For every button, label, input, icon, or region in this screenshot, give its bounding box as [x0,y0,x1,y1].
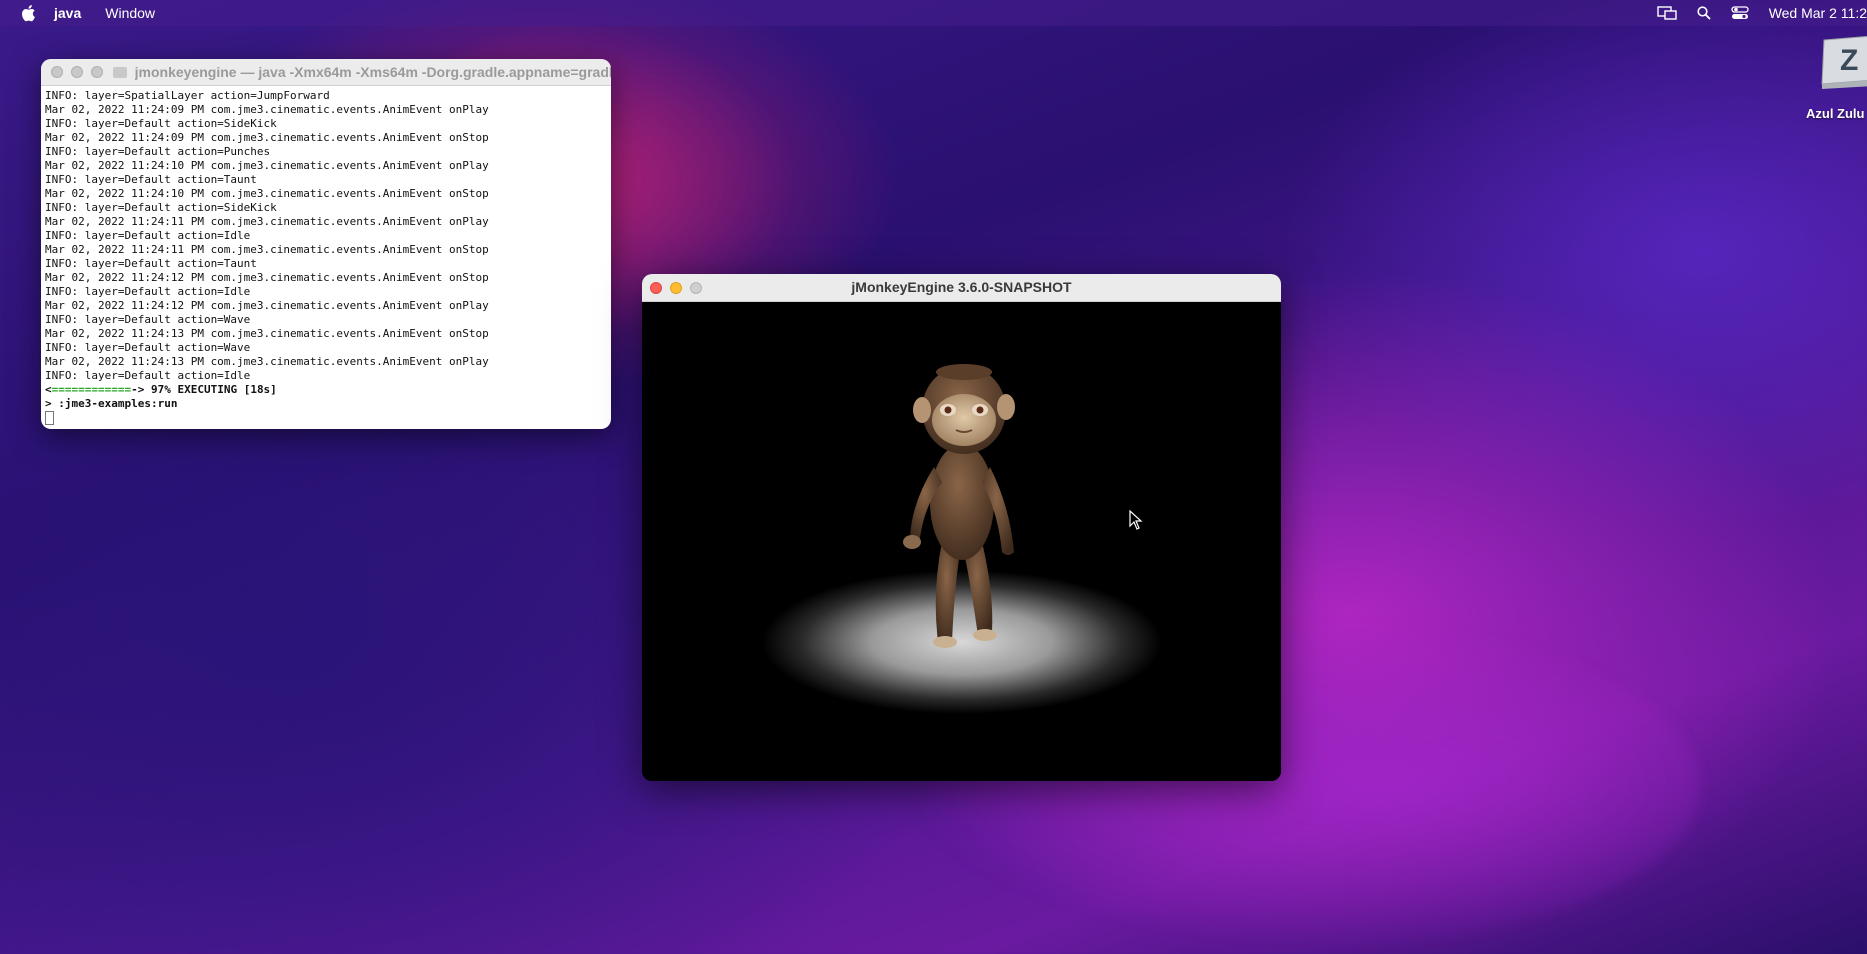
terminal-line: INFO: layer=SpatialLayer action=JumpForw… [45,89,330,102]
progress-bar: ============ [51,383,132,396]
terminal-prompt[interactable] [45,411,607,425]
terminal-line: INFO: layer=Default action=Taunt [45,173,257,186]
search-icon[interactable] [1697,6,1711,20]
mouse-pointer-icon [1129,510,1143,530]
zoom-button[interactable] [90,66,103,78]
terminal-line: INFO: layer=Default action=Wave [45,341,251,354]
terminal-line: Mar 02, 2022 11:24:12 PM com.jme3.cinema… [45,271,489,284]
gradle-progress-line: <============-> 97% EXECUTING [18s] [45,383,607,397]
spotlight [762,570,1162,714]
terminal-line: Mar 02, 2022 11:24:13 PM com.jme3.cinema… [45,327,489,340]
terminal-line: INFO: layer=Default action=Idle [45,369,251,382]
terminal-line: Mar 02, 2022 11:24:10 PM com.jme3.cinema… [45,159,489,172]
minimize-button[interactable] [70,66,83,78]
terminal-line: INFO: layer=Default action=SideKick [45,117,277,130]
display-mirroring-icon[interactable] [1656,6,1677,20]
terminal-line: Mar 02, 2022 11:24:10 PM com.jme3.cinema… [45,187,489,200]
azul-zulu-disk-icon[interactable]: Z [1818,34,1867,90]
menu-bar: java Window Wed Mar 2 11:2 [0,0,1867,26]
jme-title-bar[interactable]: jMonkeyEngine 3.6.0-SNAPSHOT [642,274,1281,302]
terminal-line: Mar 02, 2022 11:24:11 PM com.jme3.cinema… [45,243,489,256]
terminal-line: Mar 02, 2022 11:24:13 PM com.jme3.cinema… [45,355,489,368]
folder-icon [112,66,127,78]
terminal-line: Mar 02, 2022 11:24:12 PM com.jme3.cinema… [45,299,489,312]
terminal-line: INFO: layer=Default action=Wave [45,313,251,326]
terminal-line: INFO: layer=Default action=Taunt [45,257,257,270]
terminal-line: Mar 02, 2022 11:24:11 PM com.jme3.cinema… [45,215,489,228]
control-center-icon[interactable] [1731,6,1749,20]
text-cursor [45,411,54,425]
terminal-line: INFO: layer=Default action=Punches [45,145,271,158]
terminal-line: INFO: layer=Default action=SideKick [45,201,277,214]
progress-start: < [45,383,52,396]
menu-item-window[interactable]: Window [105,5,155,21]
close-button[interactable] [650,281,662,294]
terminal-window[interactable]: jmonkeyengine — java -Xmx64m -Xms64m -Do… [41,59,611,429]
terminal-line: INFO: layer=Default action=Idle [45,285,251,298]
desktop-icon-label[interactable]: Azul Zulu J [1806,106,1867,121]
terminal-title-bar[interactable]: jmonkeyengine — java -Xmx64m -Xms64m -Do… [41,59,611,86]
terminal-line: INFO: layer=Default action=Idle [45,229,251,242]
gradle-task-line: > :jme3-examples:run [45,397,178,410]
terminal-line: Mar 02, 2022 11:24:09 PM com.jme3.cinema… [45,131,489,144]
render-viewport[interactable] [642,302,1281,781]
monkey-scene [762,364,1162,714]
terminal-title: jmonkeyengine — java -Xmx64m -Xms64m -Do… [134,64,611,80]
terminal-output[interactable]: INFO: layer=SpatialLayer action=JumpForw… [41,86,611,425]
zoom-button[interactable] [690,281,702,294]
svg-text:Z: Z [1840,44,1858,77]
jme-window-title: jMonkeyEngine 3.6.0-SNAPSHOT [851,279,1072,295]
apple-icon[interactable] [20,4,36,22]
minimize-button[interactable] [670,281,682,294]
menu-clock[interactable]: Wed Mar 2 11:2 [1769,5,1867,21]
jmonkeyengine-window[interactable]: jMonkeyEngine 3.6.0-SNAPSHOT [642,274,1281,781]
menu-app-name[interactable]: java [54,5,81,21]
progress-status: -> 97% EXECUTING [18s] [131,383,277,396]
terminal-line: Mar 02, 2022 11:24:09 PM com.jme3.cinema… [45,103,489,116]
close-button[interactable] [51,66,63,78]
